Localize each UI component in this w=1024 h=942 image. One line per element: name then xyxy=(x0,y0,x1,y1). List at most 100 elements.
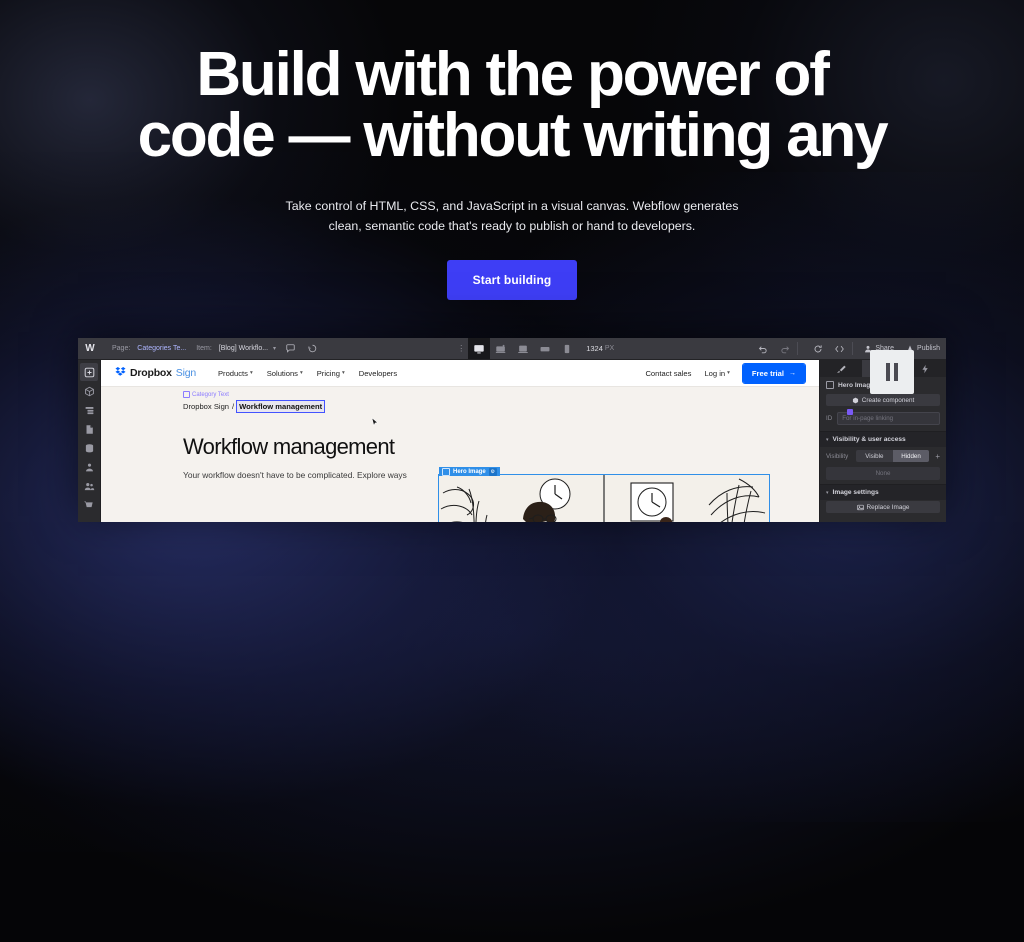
breakpoint-mobile-portrait[interactable] xyxy=(556,338,578,359)
contact-sales-label: Contact sales xyxy=(645,368,692,378)
chevron-down-icon: ▾ xyxy=(273,346,277,352)
page-label: Page: xyxy=(112,345,131,352)
webflow-designer-window: W Page: Categories Te... Item: [Blog] Wo… xyxy=(78,338,946,522)
layers-icon xyxy=(85,406,93,414)
id-field-row: ID For in-page linking xyxy=(820,409,946,431)
breakpoint-desktop[interactable] xyxy=(468,338,491,359)
breadcrumb: Dropbox Sign / Workflow management Categ… xyxy=(183,391,819,427)
paint-brush-icon xyxy=(837,365,846,373)
login-link[interactable]: Log in ▾ xyxy=(704,369,729,378)
visibility-section-title: Visibility & user access xyxy=(832,436,906,443)
pause-bar-right xyxy=(894,363,898,381)
nav-link-solutions[interactable]: Solutions ▾ xyxy=(267,369,303,378)
sidebar-item-navigator[interactable] xyxy=(80,401,98,419)
dropbox-mark-icon xyxy=(115,366,126,380)
page-selector[interactable]: Page: Categories Te... xyxy=(112,345,186,352)
selection-badge: Category Text xyxy=(183,391,229,398)
assets-icon xyxy=(85,463,93,471)
nav-link-products-label: Products xyxy=(217,368,248,378)
toolbar-overflow-icon[interactable]: ⋮ xyxy=(454,345,468,353)
canvas-page-heading[interactable]: Workflow management xyxy=(183,434,819,460)
item-selector[interactable]: Item: [Blog] Workflo... ▾ xyxy=(196,345,276,352)
sidebar-item-users[interactable] xyxy=(80,477,98,495)
visibility-option-visible[interactable]: Visible xyxy=(856,450,893,462)
site-navbar: Dropbox Sign Products ▾ Solutions ▾ Pric… xyxy=(101,360,819,387)
visibility-option-hidden[interactable]: Hidden xyxy=(892,450,930,462)
designer-canvas[interactable]: Dropbox Sign Products ▾ Solutions ▾ Pric… xyxy=(101,360,819,522)
headline-line-2: code — without writing any xyxy=(137,101,889,170)
page-title: Build with the power of code — without w… xyxy=(0,0,1024,170)
tab-style-paint[interactable] xyxy=(820,360,862,377)
nav-link-products[interactable]: Products ▾ xyxy=(218,369,253,378)
breakpoint-switcher xyxy=(468,338,578,359)
mouse-cursor-icon xyxy=(371,415,379,427)
visibility-control-row: Visibility Visible Hidden + xyxy=(820,447,946,465)
visibility-label: Visibility xyxy=(826,452,849,460)
headline-line-1: Build with the power of xyxy=(196,40,830,109)
history-icon[interactable] xyxy=(305,341,320,356)
component-icon xyxy=(852,397,858,403)
text-element-icon xyxy=(183,391,190,398)
start-building-button[interactable]: Start building xyxy=(446,260,578,300)
cursor-indicator-dot xyxy=(847,409,853,415)
database-icon xyxy=(85,443,93,452)
sidebar-item-ecommerce[interactable] xyxy=(80,496,98,514)
canvas-width-value[interactable]: 1324 xyxy=(586,344,603,353)
element-type-icon xyxy=(826,381,834,389)
cube-icon xyxy=(84,386,94,396)
settings-gear-icon[interactable]: ⚙ xyxy=(488,467,497,476)
canvas-width-unit: PX xyxy=(604,345,615,352)
image-settings-section-header[interactable]: ▾ Image settings xyxy=(820,484,946,500)
breakpoint-mobile-landscape[interactable] xyxy=(534,338,556,359)
user-access-value[interactable]: None xyxy=(826,467,940,480)
designer-toolbar: W Page: Categories Te... Item: [Blog] Wo… xyxy=(78,338,946,360)
redo-icon[interactable] xyxy=(777,341,792,356)
undo-icon[interactable] xyxy=(755,341,770,356)
designer-left-sidebar xyxy=(78,360,101,522)
sidebar-item-add-elements[interactable] xyxy=(80,363,98,381)
breakpoint-tablet[interactable] xyxy=(512,338,534,359)
create-component-button[interactable]: Create component xyxy=(826,394,940,406)
toolbar-divider-2 xyxy=(852,342,854,355)
breadcrumb-current-selected[interactable]: Workflow management xyxy=(236,400,326,413)
breadcrumb-root[interactable]: Dropbox Sign xyxy=(183,402,229,411)
interactions-bolt-icon xyxy=(922,364,928,373)
add-condition-icon[interactable]: + xyxy=(933,452,940,461)
visibility-section-header[interactable]: ▾ Visibility & user access xyxy=(820,431,946,447)
pause-video-button[interactable] xyxy=(870,350,914,394)
breakpoint-tablet-large[interactable] xyxy=(490,338,512,359)
free-trial-button[interactable]: Free trial → xyxy=(741,362,807,384)
pause-bar-left xyxy=(886,363,890,381)
image-settings-title: Image settings xyxy=(832,489,879,496)
plus-box-icon xyxy=(84,367,94,377)
cart-icon xyxy=(83,500,93,507)
dropbox-sign-logo[interactable]: Dropbox Sign xyxy=(115,366,196,380)
brand-primary-text: Dropbox xyxy=(130,367,172,379)
canvas-page-content: Dropbox Sign / Workflow management Categ… xyxy=(101,387,819,522)
sidebar-item-pages[interactable] xyxy=(80,420,98,438)
contact-sales-link[interactable]: Contact sales xyxy=(645,369,691,378)
canvas-page-paragraph[interactable]: Your workflow doesn't have to be complic… xyxy=(183,469,433,482)
nav-link-developers-label: Developers xyxy=(358,368,398,378)
preview-refresh-icon[interactable] xyxy=(810,341,825,356)
comments-icon[interactable] xyxy=(283,341,298,356)
replace-image-icon xyxy=(856,504,864,510)
code-export-icon[interactable] xyxy=(832,341,847,356)
chevron-down-icon: ▾ xyxy=(299,370,303,376)
sidebar-item-assets[interactable] xyxy=(80,458,98,476)
nav-link-developers[interactable]: Developers xyxy=(359,369,397,378)
chevron-down-icon: ▾ xyxy=(727,370,730,376)
subtitle-line-2: clean, semantic code that's ready to pub… xyxy=(328,219,696,233)
webflow-logo-icon[interactable]: W xyxy=(78,343,102,354)
page-icon xyxy=(86,424,93,434)
sidebar-item-cms[interactable] xyxy=(80,439,98,457)
site-nav-actions: Contact sales Log in ▾ Free trial → xyxy=(645,362,807,384)
chevron-down-icon: ▾ xyxy=(341,370,345,376)
brand-secondary-text: Sign xyxy=(175,367,196,379)
hero-image-element[interactable] xyxy=(438,474,770,522)
item-value: [Blog] Workflo... xyxy=(218,345,269,352)
login-label: Log in xyxy=(704,368,726,378)
nav-link-pricing[interactable]: Pricing ▾ xyxy=(317,369,345,378)
replace-image-button[interactable]: Replace Image xyxy=(826,501,940,513)
sidebar-item-components[interactable] xyxy=(80,382,98,400)
